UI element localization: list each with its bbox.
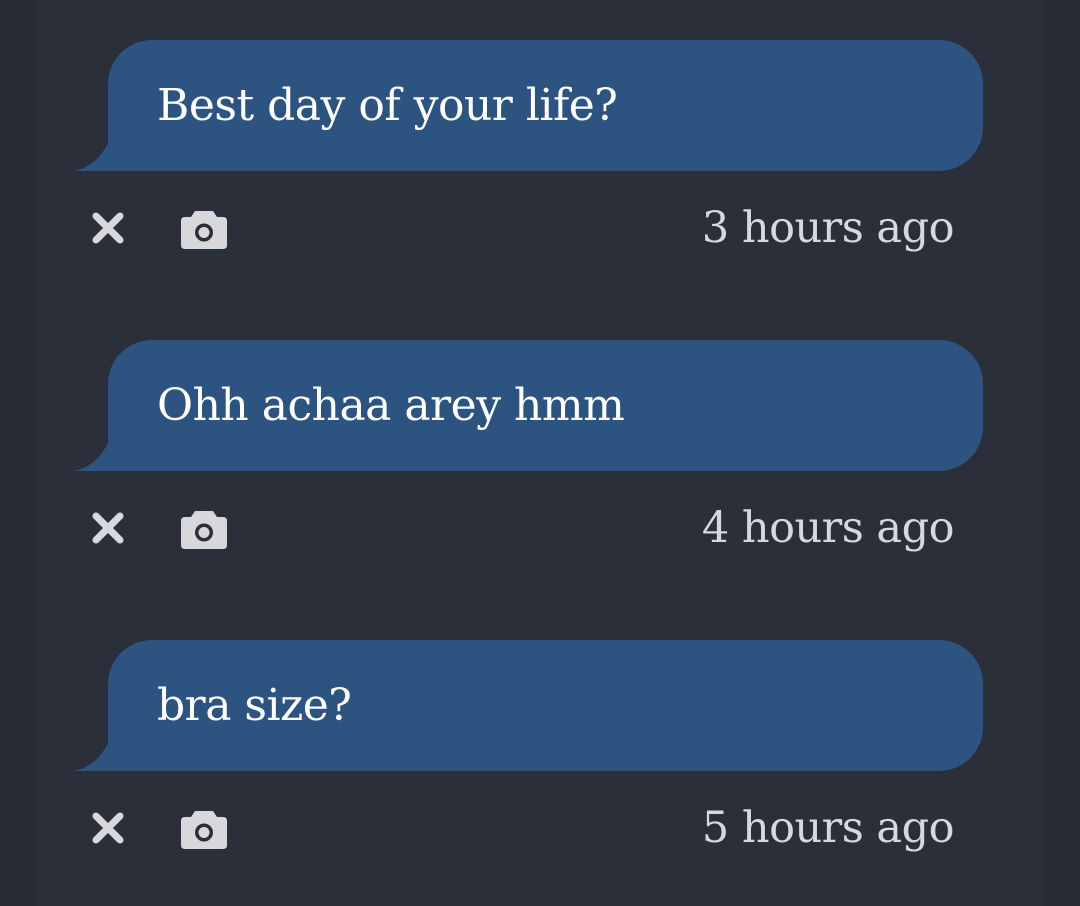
message-bubble[interactable]: Ohh achaa arey hmm bbox=[108, 340, 983, 471]
camera-icon bbox=[181, 511, 227, 549]
message-bubble[interactable]: Best day of your life? bbox=[108, 40, 983, 171]
message-item: Ohh achaa arey hmm 4 hours ago bbox=[36, 300, 1043, 560]
message-actions: 5 hours ago bbox=[36, 790, 1043, 866]
close-icon bbox=[92, 812, 124, 844]
message-timestamp: 3 hours ago bbox=[701, 203, 955, 253]
delete-button[interactable] bbox=[80, 800, 136, 856]
camera-icon bbox=[181, 811, 227, 849]
message-timestamp: 5 hours ago bbox=[701, 803, 955, 853]
message-item: Best day of your life? 3 hours ago bbox=[36, 0, 1043, 260]
message-text: bra size? bbox=[157, 680, 352, 731]
close-icon bbox=[92, 512, 124, 544]
message-text: Ohh achaa arey hmm bbox=[157, 380, 625, 431]
message-feed-page: Best day of your life? 3 hours ago Ohh a… bbox=[0, 0, 1080, 906]
camera-icon bbox=[181, 211, 227, 249]
message-list: Best day of your life? 3 hours ago Ohh a… bbox=[36, 0, 1043, 906]
message-text: Best day of your life? bbox=[157, 80, 618, 131]
close-icon bbox=[92, 212, 124, 244]
message-timestamp: 4 hours ago bbox=[701, 503, 955, 553]
camera-button[interactable] bbox=[176, 200, 232, 256]
message-actions: 4 hours ago bbox=[36, 490, 1043, 566]
message-bubble[interactable]: bra size? bbox=[108, 640, 983, 771]
camera-button[interactable] bbox=[176, 500, 232, 556]
delete-button[interactable] bbox=[80, 500, 136, 556]
delete-button[interactable] bbox=[80, 200, 136, 256]
message-actions: 3 hours ago bbox=[36, 190, 1043, 266]
message-item: bra size? 5 hours ago bbox=[36, 600, 1043, 860]
camera-button[interactable] bbox=[176, 800, 232, 856]
